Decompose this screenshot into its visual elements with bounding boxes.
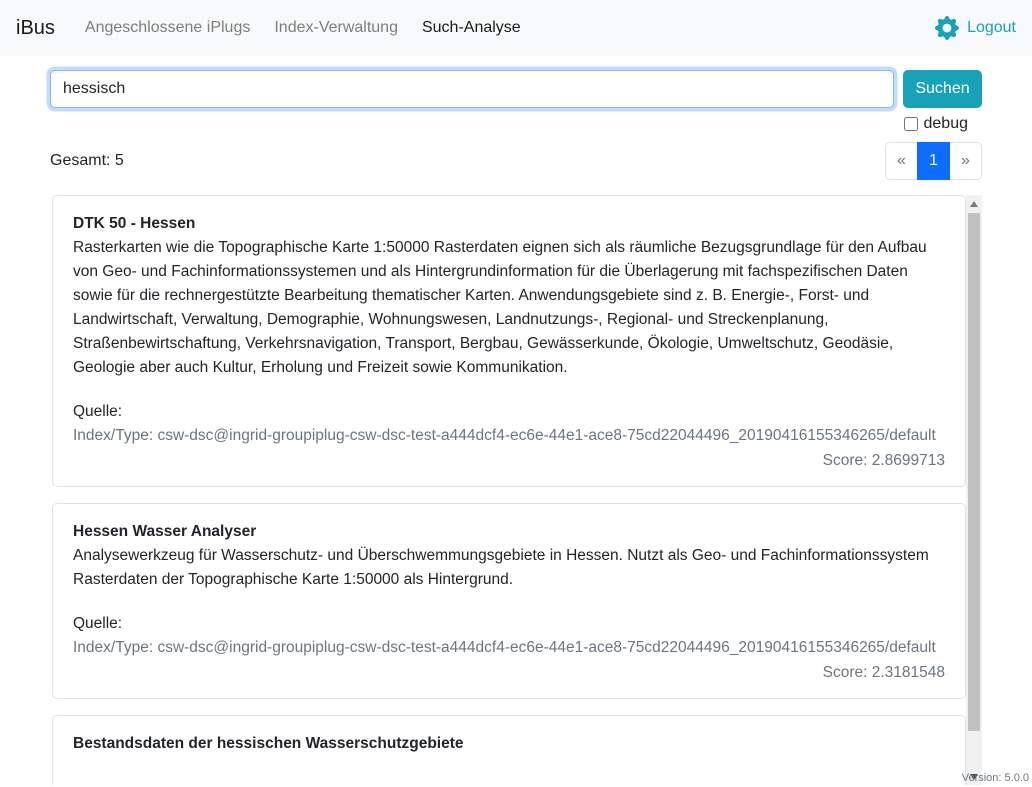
debug-row: debug [50,115,982,133]
result-score: Score: 2.8699713 [73,452,945,470]
result-index-type: Index/Type: csw-dsc@ingrid-groupiplug-cs… [73,424,945,448]
result-title: Hessen Wasser Analyser [73,523,256,540]
scrollbar-thumb[interactable] [968,213,980,731]
result-card: Hessen Wasser Analyser Analysewerkzeug f… [52,503,966,699]
pagination-page-1[interactable]: 1 [917,142,950,180]
scrollbar[interactable] [966,195,982,785]
navbar-right: Logout [935,16,1016,40]
result-title: DTK 50 - Hessen [73,215,195,232]
debug-checkbox[interactable] [904,117,918,131]
search-input[interactable] [50,70,894,108]
search-button[interactable]: Suchen [903,70,982,108]
result-text: Hessen Wasser Analyser Analysewerkzeug f… [73,520,945,592]
results-meta-row: Gesamt: 5 « 1 » [50,142,982,180]
brand-ibus[interactable]: iBus [16,17,55,40]
result-score: Score: 2.3181548 [73,664,945,682]
result-index-type: Index/Type: csw-dsc@ingrid-groupiplug-cs… [73,636,945,660]
search-row: Suchen [50,70,982,108]
version-label: Version: 5.0.0 [962,772,1029,784]
debug-label[interactable]: debug [924,115,969,133]
scrollbar-up-button[interactable] [966,195,982,212]
nav-item-index-verwaltung[interactable]: Index-Verwaltung [266,11,406,45]
gear-icon[interactable] [935,16,959,40]
result-title: Bestandsdaten der hessischen Wasserschut… [73,735,464,752]
result-description: Rasterkarten wie die Topographische Kart… [73,239,927,376]
pagination-next[interactable]: » [949,142,982,180]
result-source-label: Quelle: [73,400,945,424]
main-content: Suchen debug Gesamt: 5 « 1 » DTK 50 - He… [0,70,1032,785]
result-text: Bestandsdaten der hessischen Wasserschut… [73,732,945,756]
pagination-prev[interactable]: « [885,142,918,180]
top-navbar: iBus Angeschlossene iPlugs Index-Verwalt… [0,0,1032,56]
results-list: DTK 50 - Hessen Rasterkarten wie die Top… [50,195,982,785]
pagination: « 1 » [885,142,982,180]
logout-link[interactable]: Logout [967,19,1016,37]
result-card: DTK 50 - Hessen Rasterkarten wie die Top… [52,195,966,487]
results-total: Gesamt: 5 [50,152,124,170]
result-text: DTK 50 - Hessen Rasterkarten wie die Top… [73,212,945,380]
nav-item-such-analyse[interactable]: Such-Analyse [414,11,529,45]
result-card: Bestandsdaten der hessischen Wasserschut… [52,715,966,785]
scroll-up-icon [970,201,978,207]
result-source-label: Quelle: [73,612,945,636]
nav-item-angeschlossene-iplugs[interactable]: Angeschlossene iPlugs [77,11,258,45]
result-description: Analysewerkzeug für Wasserschutz- und Üb… [73,547,929,588]
